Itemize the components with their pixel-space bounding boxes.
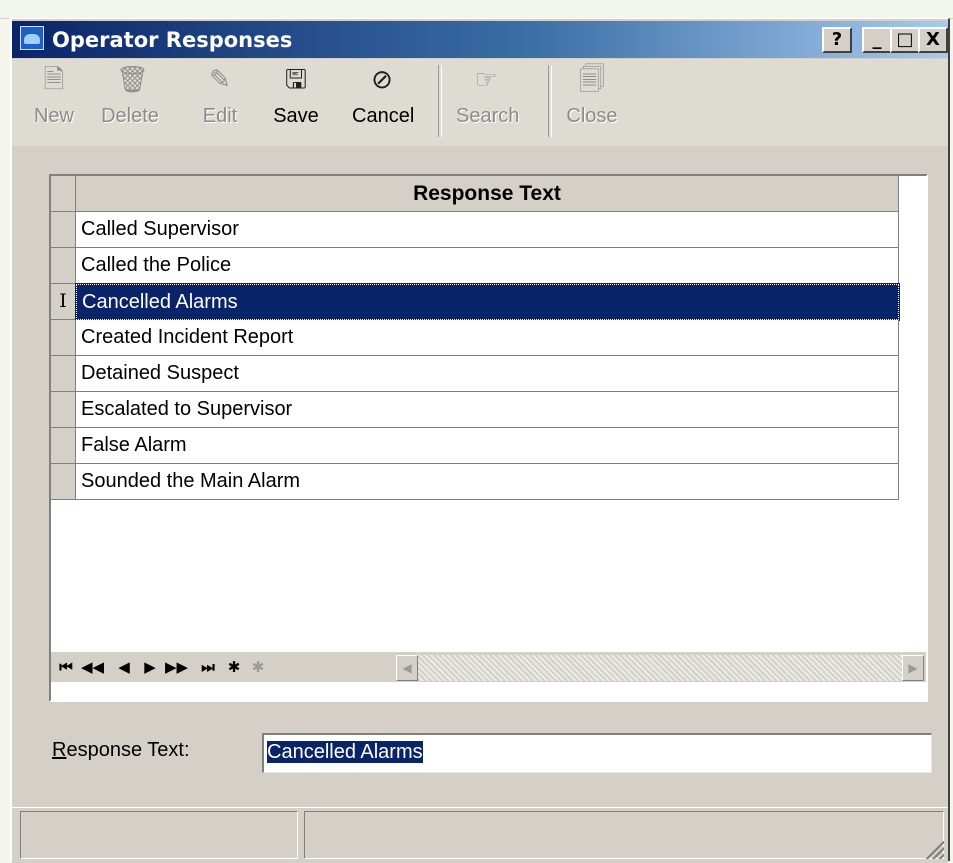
toolbar-separator xyxy=(548,65,552,137)
edit-document-icon: ✎ xyxy=(209,65,231,95)
edit-button[interactable]: ✎ Edit xyxy=(190,65,250,135)
maximize-button[interactable]: □ xyxy=(890,27,920,53)
row-selector-header xyxy=(51,176,76,212)
table-row[interactable]: Escalated to Supervisor xyxy=(51,392,899,428)
row-selector-edit-cursor[interactable]: I xyxy=(51,284,76,320)
row-selector[interactable] xyxy=(51,248,76,284)
toolbar: 🗎 New 🗑 Delete ✎ Edit 🖫 Save ⊘ Cancel ☞ … xyxy=(12,59,948,146)
row-selector[interactable] xyxy=(51,356,76,392)
cancel-button[interactable]: ⊘ Cancel xyxy=(352,65,415,135)
search-pointer-icon: ☞ xyxy=(474,65,498,95)
save-icon: 🖫 xyxy=(284,65,308,95)
grid-header: Response Text xyxy=(51,176,926,212)
scroll-right-icon[interactable]: ▶ xyxy=(902,655,924,681)
title-bar[interactable]: Operator Responses ? _ □ X xyxy=(12,21,948,58)
table-row[interactable]: Detained Suspect xyxy=(51,356,899,392)
response-text-input[interactable]: Cancelled Alarms xyxy=(262,733,932,773)
response-label-accesskey: R xyxy=(52,739,67,761)
horizontal-scrollbar[interactable]: ◀ ▶ xyxy=(396,655,924,681)
help-button[interactable]: ? xyxy=(822,27,852,53)
close-window-button[interactable]: X xyxy=(918,27,948,53)
scroll-left-icon[interactable]: ◀ xyxy=(396,655,418,681)
table-row[interactable]: Created Incident Report xyxy=(51,320,899,356)
minimize-button[interactable]: _ xyxy=(862,27,892,53)
row-selector[interactable] xyxy=(51,392,76,428)
prior-record-icon[interactable]: ◀ xyxy=(113,655,135,679)
save-button-label: Save xyxy=(273,105,319,127)
row-selector[interactable] xyxy=(51,428,76,464)
response-text-cell[interactable]: Called Supervisor xyxy=(76,212,899,248)
response-label-rest: esponse Text: xyxy=(66,739,190,761)
operator-responses-window: Operator Responses ? _ □ X 🗎 New 🗑 Delet… xyxy=(10,18,950,863)
window-title: Operator Responses xyxy=(52,28,293,52)
response-text-cell[interactable]: Sounded the Main Alarm xyxy=(76,464,899,500)
post-record-icon[interactable]: ✱ xyxy=(247,655,269,679)
next-page-icon[interactable]: ▶▶ xyxy=(165,655,188,679)
close-button[interactable]: 🗐 Close xyxy=(562,65,622,135)
prior-page-icon[interactable]: ◀◀ xyxy=(81,655,104,679)
save-button[interactable]: 🖫 Save xyxy=(266,65,326,135)
response-text-label: Response Text: xyxy=(52,739,190,762)
response-text-cell[interactable]: Called the Police xyxy=(76,248,899,284)
delete-button-label: Delete xyxy=(101,105,159,127)
column-header-response-text[interactable]: Response Text xyxy=(76,176,899,212)
insert-record-icon[interactable]: ✱ xyxy=(223,655,245,679)
table-row-selected[interactable]: I Cancelled Alarms xyxy=(51,283,900,321)
next-record-icon[interactable]: ▶ xyxy=(139,655,161,679)
response-text-cell[interactable]: Detained Suspect xyxy=(76,356,899,392)
responses-grid[interactable]: Response Text Called Supervisor Called t… xyxy=(49,174,928,702)
row-selector[interactable] xyxy=(51,212,76,248)
status-bar xyxy=(12,807,948,863)
last-record-icon[interactable]: ⏭ xyxy=(197,655,219,679)
app-car-icon xyxy=(20,26,44,50)
status-panel-left xyxy=(20,811,298,859)
resize-grip-icon[interactable] xyxy=(926,841,944,859)
close-button-label: Close xyxy=(566,105,618,127)
new-document-icon: 🗎 xyxy=(43,65,65,95)
response-text-cell[interactable]: Cancelled Alarms xyxy=(75,283,900,321)
table-row[interactable]: Called Supervisor xyxy=(51,212,899,248)
edit-button-label: Edit xyxy=(202,105,238,127)
response-text-cell[interactable]: Created Incident Report xyxy=(76,320,899,356)
cancel-icon: ⊘ xyxy=(371,65,393,95)
background-screen-strip xyxy=(0,0,953,19)
table-row[interactable]: False Alarm xyxy=(51,428,899,464)
search-button[interactable]: ☞ Search xyxy=(456,65,520,135)
response-text-cell[interactable]: Escalated to Supervisor xyxy=(76,392,899,428)
close-document-icon: 🗐 xyxy=(579,65,605,95)
cancel-button-label: Cancel xyxy=(352,105,415,127)
toolbar-separator xyxy=(438,65,442,137)
trash-icon: 🗑 xyxy=(116,65,150,95)
row-selector[interactable] xyxy=(51,464,76,500)
first-record-icon[interactable]: ⏮ xyxy=(55,655,77,679)
table-row[interactable]: Sounded the Main Alarm xyxy=(51,464,899,500)
new-button[interactable]: 🗎 New xyxy=(24,65,84,135)
table-row[interactable]: Called the Police xyxy=(51,248,899,284)
delete-button[interactable]: 🗑 Delete xyxy=(100,65,160,135)
status-panel-right xyxy=(304,811,944,859)
search-button-label: Search xyxy=(456,105,520,127)
response-text-value: Cancelled Alarms xyxy=(267,741,423,763)
row-selector[interactable] xyxy=(51,320,76,356)
record-navigator: ⏮ ◀◀ ◀ ▶ ▶▶ ⏭ ✱ ✱ ◀ ▶ xyxy=(51,652,926,682)
new-button-label: New xyxy=(33,105,74,127)
response-text-cell[interactable]: False Alarm xyxy=(76,428,899,464)
